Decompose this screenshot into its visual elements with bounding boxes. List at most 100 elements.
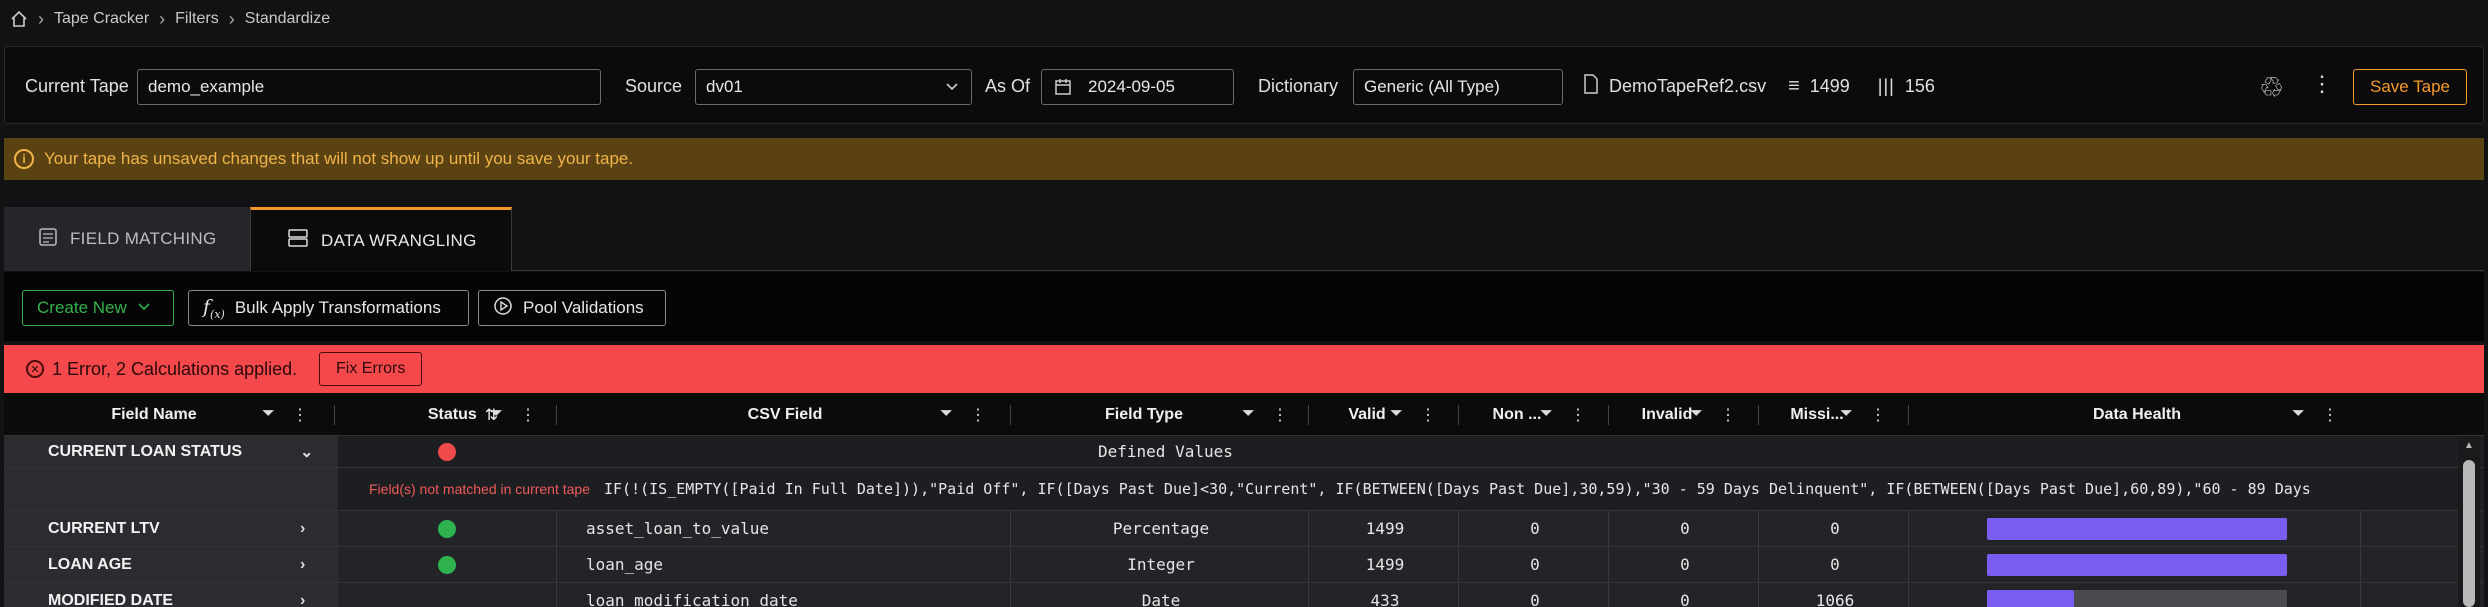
more-vertical-icon[interactable]: ⋮ — [2322, 405, 2338, 425]
cell-divider — [1010, 511, 1011, 546]
cell-divider — [2360, 511, 2361, 546]
field-type-cell[interactable]: Percentage — [1014, 511, 1308, 546]
status-header-label: Status — [427, 405, 477, 423]
filter-icon[interactable]: ⏷ — [2292, 405, 2305, 423]
field-name: CURRENT LTV — [48, 519, 160, 537]
more-vertical-icon[interactable]: ⋮ — [1420, 405, 1436, 425]
field-type-cell[interactable]: Date — [1014, 583, 1308, 607]
column-header-missing[interactable]: Missi... — [1762, 393, 1872, 436]
scroll-up-icon[interactable]: ▲ — [2464, 440, 2474, 451]
cell-divider — [2360, 547, 2361, 582]
more-vertical-icon[interactable]: ⋮ — [2311, 71, 2333, 97]
scrollbar-thumb[interactable] — [2463, 460, 2475, 607]
breadcrumb-item[interactable]: Filters — [175, 10, 219, 28]
column-header-field-type[interactable]: Field Type — [1014, 393, 1274, 436]
tab-data-wrangling[interactable]: DATA WRANGLING — [250, 207, 512, 271]
table-row-formula: Field(s) not matched in current tape IF(… — [4, 468, 2484, 511]
filter-icon[interactable]: ⏷ — [1242, 405, 1255, 423]
column-divider[interactable] — [1758, 405, 1759, 425]
field-type-cell[interactable]: Integer — [1014, 547, 1308, 582]
breadcrumb: › Tape Cracker › Filters › Standardize — [0, 0, 330, 38]
source-select[interactable]: dv01 — [695, 69, 972, 105]
current-tape-input[interactable]: demo_example — [137, 69, 601, 105]
csv-field-cell[interactable]: asset_loan_to_value — [586, 511, 1010, 546]
tab-bar: FIELD MATCHING DATA WRANGLING — [4, 207, 2484, 271]
cell-divider — [1458, 547, 1459, 582]
tab-field-matching[interactable]: FIELD MATCHING — [4, 207, 250, 271]
column-divider[interactable] — [334, 405, 335, 425]
chevron-down-icon[interactable]: ⌄ — [300, 442, 313, 462]
filter-icon[interactable]: ⏷ — [940, 405, 953, 423]
column-divider[interactable] — [1458, 405, 1459, 425]
missing-count-cell: 0 — [1830, 519, 1840, 538]
table-row[interactable]: LOAN AGE › loan_age Integer 1499 0 0 0 — [4, 547, 2484, 583]
data-health-fill — [1987, 590, 2074, 607]
chevron-right-icon[interactable]: › — [300, 556, 305, 574]
fix-errors-button[interactable]: Fix Errors — [319, 352, 423, 386]
more-vertical-icon[interactable]: ⋮ — [1870, 405, 1886, 425]
pool-validations-button[interactable]: Pool Validations — [478, 290, 666, 326]
file-info: DemoTapeRef2.csv ≡ 1499 ||| 156 — [1583, 47, 1935, 125]
columns-icon: ||| — [1877, 75, 1895, 96]
formula-text[interactable]: IF(!(IS_EMPTY([Paid In Full Date])),"Pai… — [604, 468, 2458, 510]
more-vertical-icon[interactable]: ⋮ — [1720, 405, 1736, 425]
table-row[interactable]: MODIFIED DATE › loan_modification_date Date… — [4, 583, 2484, 607]
more-vertical-icon[interactable]: ⋮ — [1272, 405, 1288, 425]
cell-divider — [556, 583, 557, 607]
filter-icon[interactable]: ⏷ — [262, 405, 275, 423]
asof-date-input[interactable]: 2024-09-05 — [1041, 69, 1234, 105]
column-divider[interactable] — [556, 405, 557, 425]
column-divider[interactable] — [1010, 405, 1011, 425]
table-row[interactable]: CURRENT LTV › asset_loan_to_value Percentag… — [4, 511, 2484, 547]
csv-field-cell[interactable]: loan_modification_date — [586, 583, 1010, 607]
more-vertical-icon[interactable]: ⋮ — [970, 405, 986, 425]
recycle-icon[interactable]: ♲ — [2259, 71, 2284, 104]
status-indicator-error — [438, 442, 456, 461]
column-divider[interactable] — [1608, 405, 1609, 425]
tab-label: FIELD MATCHING — [70, 229, 217, 248]
column-divider[interactable] — [1908, 405, 1909, 425]
column-header-field-name[interactable]: Field Name — [4, 393, 304, 436]
cell-divider — [1908, 511, 1909, 546]
more-vertical-icon[interactable]: ⋮ — [1570, 405, 1586, 425]
cell-divider — [1608, 583, 1609, 607]
chevron-right-icon[interactable]: › — [300, 592, 305, 607]
cell-divider — [1458, 583, 1459, 607]
table-row-expanded[interactable]: CURRENT LOAN STATUS ⌄ Defined Values — [4, 436, 2484, 468]
column-header-invalid[interactable]: Invalid — [1612, 393, 1722, 436]
file-name: DemoTapeRef2.csv — [1609, 75, 1767, 96]
filter-icon[interactable]: ⏷ — [1840, 405, 1853, 423]
field-name-cell: CURRENT LTV › — [4, 511, 338, 546]
csv-field-cell[interactable]: loan_age — [586, 547, 1010, 582]
error-circle-icon: ✕ — [26, 360, 44, 378]
filter-icon[interactable]: ⏷ — [490, 405, 503, 423]
bulk-apply-button[interactable]: f(x) Bulk Apply Transformations — [188, 290, 469, 326]
filter-icon[interactable]: ⏷ — [1390, 405, 1403, 423]
column-header-non[interactable]: Non ... — [1462, 393, 1572, 436]
create-new-button[interactable]: Create New — [22, 290, 174, 326]
tab-label: DATA WRANGLING — [321, 230, 477, 250]
column-header-status[interactable]: Status ⇅ — [338, 393, 588, 436]
vertical-scrollbar[interactable]: ▲ — [2458, 436, 2480, 607]
column-header-valid[interactable]: Valid — [1312, 393, 1422, 436]
breadcrumb-item[interactable]: Tape Cracker — [54, 10, 149, 28]
defined-values-cell: Defined Values — [1098, 442, 1233, 461]
info-icon: i — [14, 149, 34, 169]
more-vertical-icon[interactable]: ⋮ — [520, 405, 536, 425]
cell-divider — [556, 511, 557, 546]
field-name: CURRENT LOAN STATUS — [48, 442, 243, 460]
column-divider[interactable] — [1308, 405, 1309, 425]
dictionary-select[interactable]: Generic (All Type) — [1353, 69, 1563, 105]
more-vertical-icon[interactable]: ⋮ — [292, 405, 308, 425]
filter-icon[interactable]: ⏷ — [1540, 405, 1553, 423]
warning-text: Your tape has unsaved changes that will … — [44, 149, 634, 168]
asof-label: As Of — [985, 75, 1031, 96]
filter-icon[interactable]: ⏷ — [1690, 405, 1703, 423]
database-icon — [287, 228, 309, 253]
breadcrumb-item[interactable]: Standardize — [245, 10, 330, 28]
chevron-right-icon[interactable]: › — [300, 520, 305, 538]
save-tape-button[interactable]: Save Tape — [2353, 69, 2467, 105]
data-health-fill — [1987, 554, 2287, 576]
function-icon: f(x) — [203, 295, 225, 321]
home-icon[interactable] — [10, 10, 28, 28]
